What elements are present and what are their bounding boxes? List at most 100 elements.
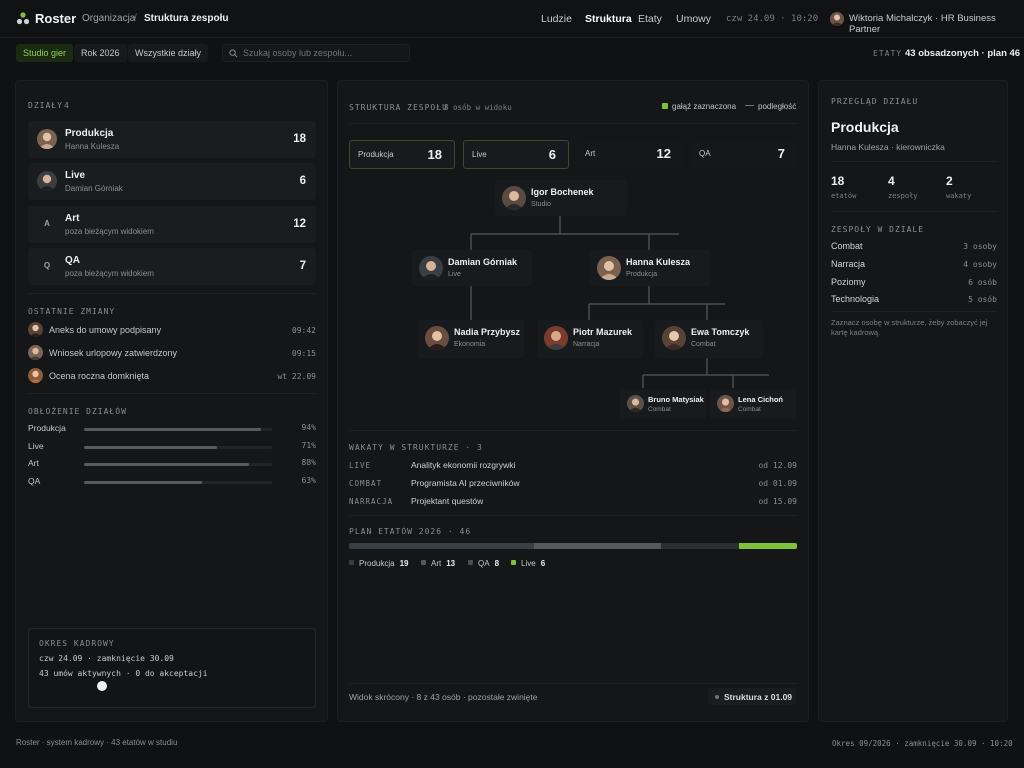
vacancy-department: LIVE — [349, 461, 372, 470]
vacancy-row[interactable]: COMBAT Programista AI przeciwników od 01… — [349, 477, 797, 491]
divider — [831, 211, 997, 212]
org-node-igor-bochenek[interactable]: Igor Bochenek Studio — [495, 180, 627, 216]
structure-footer-note: Widok skrócony · 8 z 43 osób · pozostałe… — [349, 692, 538, 702]
legend-line-icon — [745, 105, 754, 106]
node-name: Damian Górniak — [448, 257, 518, 267]
plan-segment — [534, 543, 661, 549]
user-label[interactable]: Wiktoria Michalczyk · HR Business Partne… — [849, 13, 1024, 35]
vacancy-row[interactable]: LIVE Analityk ekonomii rozgrywki od 12.0… — [349, 459, 797, 473]
tile-live[interactable]: Live 6 — [463, 140, 569, 169]
vacancy-date: od 15.09 — [758, 497, 797, 506]
vacancy-department: COMBAT — [349, 479, 383, 488]
avatar — [717, 395, 734, 412]
calendar-dot-icon — [715, 695, 719, 699]
org-node-damian-gorniak[interactable]: Damian Górniak Live — [412, 250, 532, 286]
tile-produkcja[interactable]: Produkcja 18 — [349, 140, 455, 169]
department-card-live[interactable]: Live Damian Górniak 6 — [28, 163, 316, 200]
plan-label: PLAN ETATÓW 2026 · 46 — [349, 527, 472, 536]
tile-value: 6 — [548, 147, 556, 162]
tile-label: QA — [699, 149, 711, 158]
department-count: 12 — [293, 218, 306, 230]
breadcrumb-separator: / — [134, 13, 137, 24]
department-load-label: OBŁOŻENIE DZIAŁÓW — [28, 407, 127, 416]
plan-legend-item: Art 13 — [421, 557, 455, 569]
org-node-piotr-mazurek[interactable]: Piotr Mazurek Narracja — [537, 320, 643, 358]
overview-stat-value: 18 — [831, 174, 845, 188]
department-card-art[interactable]: A Art poza bieżącym widokiem 12 — [28, 206, 316, 243]
plan-legend-item: Live 6 — [511, 557, 545, 569]
change-item[interactable]: Wniosek urlopowy zatwierdzony 09:15 — [28, 345, 316, 361]
cursor-dot-icon — [97, 681, 107, 691]
avatar — [37, 171, 57, 191]
legend-name: Live — [521, 559, 536, 568]
vacancy-department: NARRACJA — [349, 497, 394, 506]
load-row: Produkcja 94% — [28, 422, 316, 436]
team-row[interactable]: Poziomy 6 osób — [831, 277, 997, 291]
search-placeholder: Szukaj osoby lub zespołu... — [243, 48, 353, 58]
recent-changes-label: OSTATNIE ZMIANY — [28, 307, 116, 316]
department-card-qa[interactable]: Q QA poza bieżącym widokiem 7 — [28, 248, 316, 285]
change-text: Aneks do umowy podpisany — [49, 325, 162, 335]
filter-year-chip[interactable]: Rok 2026 — [74, 44, 127, 62]
user-avatar[interactable] — [830, 12, 844, 26]
nav-etaty[interactable]: Etaty — [638, 13, 662, 25]
team-name: Combat — [831, 241, 863, 251]
structure-date-button[interactable]: Struktura z 01.09 — [708, 688, 796, 705]
app-name[interactable]: Roster — [35, 11, 76, 26]
load-track — [84, 445, 272, 449]
divider — [831, 311, 997, 312]
change-item[interactable]: Aneks do umowy podpisany 09:42 — [28, 322, 316, 338]
tile-qa[interactable]: QA 7 — [691, 140, 797, 169]
period-line-2: 43 umów aktywnych · 0 do akceptacji — [39, 669, 208, 678]
department-lead: Hanna Kulesza — [65, 142, 120, 151]
load-percent: 88% — [301, 458, 316, 467]
vacancy-row[interactable]: NARRACJA Projektant questów od 15.09 — [349, 495, 797, 509]
filter-studio-chip[interactable]: Studio gier — [16, 44, 74, 62]
search-input[interactable]: Szukaj osoby lub zespołu... — [222, 44, 410, 62]
plan-legend-item: Produkcja 19 — [349, 557, 408, 569]
team-row[interactable]: Narracja 4 osoby — [831, 259, 997, 273]
org-node-bruno-matysiak[interactable]: Bruno Matysiak Combat — [620, 389, 706, 419]
load-row: Art 88% — [28, 457, 316, 471]
node-role: Combat — [738, 406, 761, 413]
current-datetime: czw 24.09 · 10:20 — [726, 14, 819, 24]
load-track — [84, 463, 272, 466]
avatar — [28, 322, 43, 337]
change-item[interactable]: Ocena roczna domknięta wt 22.09 — [28, 368, 316, 384]
tile-art[interactable]: Art 12 — [577, 140, 683, 169]
legend-swatch-icon — [468, 560, 473, 565]
vacancy-date: od 01.09 — [758, 479, 797, 488]
filter-departments-chip[interactable]: Wszystkie działy — [128, 44, 209, 62]
period-box: OKRES KADROWY czw 24.09 · zamknięcie 30.… — [28, 628, 316, 708]
team-count: 4 osoby — [963, 260, 997, 269]
legend-value: 8 — [494, 559, 500, 568]
tile-value: 12 — [656, 146, 671, 161]
search-icon — [229, 49, 238, 58]
overview-stat-value: 4 — [888, 174, 895, 188]
org-node-ewa-tomczyk[interactable]: Ewa Tomczyk Combat — [655, 320, 763, 358]
department-card-produkcja[interactable]: Produkcja Hanna Kulesza 18 — [28, 121, 316, 158]
node-role: Live — [448, 271, 461, 278]
divider — [28, 293, 316, 294]
load-track — [84, 428, 272, 431]
nav-umowy[interactable]: Umowy — [676, 13, 711, 25]
org-node-hanna-kulesza[interactable]: Hanna Kulesza Produkcja — [590, 250, 710, 286]
plan-segment — [660, 543, 739, 549]
legend-name: QA — [478, 559, 490, 568]
legend-name: Produkcja — [359, 559, 395, 568]
team-row[interactable]: Technologia 5 osób — [831, 294, 997, 308]
nav-struktura[interactable]: Struktura — [585, 13, 632, 25]
overview-stat-label: etatów — [831, 192, 857, 200]
right-panel — [818, 80, 1008, 722]
load-name: Produkcja — [28, 423, 66, 433]
nav-ludzie[interactable]: Ludzie — [541, 13, 572, 25]
load-name: Art — [28, 458, 39, 468]
vacancies-label: WAKATY W STRUKTURZE · 3 — [349, 443, 483, 452]
breadcrumb-parent[interactable]: Organizacja — [82, 13, 135, 24]
top-bar: Roster Organizacja / Struktura zespołu L… — [0, 0, 1024, 38]
team-name: Narracja — [831, 259, 866, 269]
org-node-nadia-przybysz[interactable]: Nadia Przybysz Ekonomia — [418, 320, 524, 358]
team-row[interactable]: Combat 3 osoby — [831, 241, 997, 255]
load-bar — [84, 428, 261, 431]
org-node-lena-cichon[interactable]: Lena Cichoń Combat — [710, 389, 796, 419]
